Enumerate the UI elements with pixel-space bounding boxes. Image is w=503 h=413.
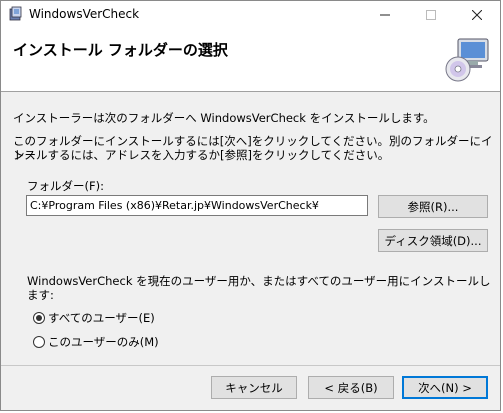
computer-disc-icon xyxy=(444,35,492,83)
folder-path-input[interactable] xyxy=(26,195,368,216)
radio-all-users[interactable]: すべてのユーザー(E) xyxy=(33,310,155,326)
title-bar: WindowsVerCheck xyxy=(1,1,500,29)
browse-button[interactable]: 参照(R)... xyxy=(378,195,488,218)
radio-button[interactable] xyxy=(33,336,45,348)
minimize-button[interactable] xyxy=(362,1,408,29)
close-button[interactable] xyxy=(454,1,500,29)
folder-label: フォルダー(F): xyxy=(27,179,104,193)
radio-button-selected[interactable] xyxy=(33,312,45,324)
footer-separator xyxy=(1,365,500,366)
close-icon xyxy=(472,10,482,20)
radio-this-user-only[interactable]: このユーザーのみ(M) xyxy=(33,334,159,350)
back-button[interactable]: < 戻る(B) xyxy=(308,376,394,399)
next-button[interactable]: 次へ(N) > xyxy=(402,376,488,399)
maximize-button[interactable] xyxy=(408,1,454,29)
disk-space-button[interactable]: ディスク領域(D)... xyxy=(378,229,488,252)
maximize-icon xyxy=(426,10,436,20)
radio-this-user-label: このユーザーのみ(M) xyxy=(48,335,159,349)
page-title: インストール フォルダーの選択 xyxy=(13,41,228,59)
cancel-button[interactable]: キャンセル xyxy=(211,376,297,399)
installer-app-icon xyxy=(8,6,24,22)
instructions-line-2: トールするには、アドレスを入力するか[参照]をクリックしてください。 xyxy=(13,148,390,162)
wizard-header: インストール フォルダーの選択 xyxy=(1,29,500,92)
minimize-icon xyxy=(380,14,390,16)
install-scope-question: WindowsVerCheck を現在のユーザー用か、またはすべてのユーザー用に… xyxy=(27,274,491,302)
radio-all-users-label: すべてのユーザー(E) xyxy=(48,311,155,325)
installer-window: WindowsVerCheck インストール フォルダーの選択 インストーラーは… xyxy=(0,0,501,411)
intro-text: インストーラーは次のフォルダーへ WindowsVerCheck をインストール… xyxy=(13,111,435,125)
window-title: WindowsVerCheck xyxy=(29,7,140,21)
